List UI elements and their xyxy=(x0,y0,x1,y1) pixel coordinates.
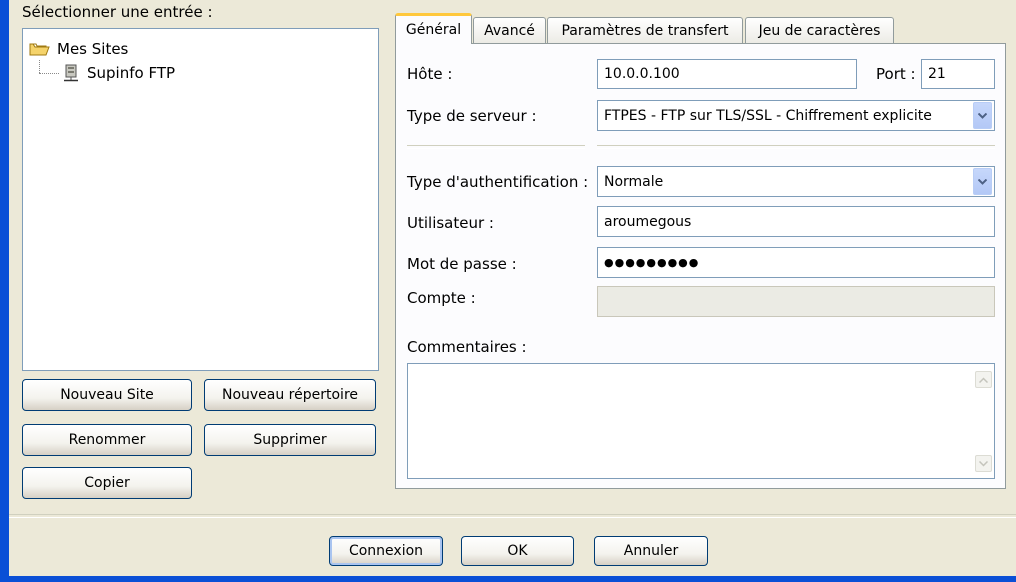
host-input[interactable]: 10.0.0.100 xyxy=(597,59,857,89)
cancel-button[interactable]: Annuler xyxy=(594,536,708,566)
port-label: Port : xyxy=(876,65,916,83)
chevron-down-icon[interactable] xyxy=(973,168,992,195)
new-site-button[interactable]: Nouveau Site xyxy=(22,379,192,411)
window-frame-bottom xyxy=(0,576,1016,582)
new-folder-button[interactable]: Nouveau répertoire xyxy=(204,379,376,411)
user-input[interactable]: aroumegous xyxy=(597,206,995,237)
copy-button[interactable]: Copier xyxy=(22,467,192,499)
tree-connector xyxy=(39,60,40,73)
account-label: Compte : xyxy=(407,289,476,307)
password-input[interactable]: ●●●●●●●●● xyxy=(597,247,995,278)
tree-node-mes-sites[interactable]: Mes Sites xyxy=(29,39,128,59)
scroll-down-icon[interactable] xyxy=(975,455,992,472)
tree-node-label: Supinfo FTP xyxy=(87,64,176,82)
port-input[interactable]: 21 xyxy=(921,59,995,89)
separator xyxy=(407,145,585,149)
server-type-label: Type de serveur : xyxy=(407,107,537,125)
server-icon xyxy=(61,63,81,83)
site-tree[interactable]: Mes Sites Supinfo FTP xyxy=(22,28,379,371)
tree-node-label: Mes Sites xyxy=(57,40,129,58)
folder-open-icon xyxy=(29,41,51,57)
tab-transfer-settings[interactable]: Paramètres de transfert xyxy=(547,17,743,43)
delete-button[interactable]: Supprimer xyxy=(204,424,376,456)
auth-type-label: Type d'authentification : xyxy=(407,173,589,191)
server-type-select[interactable]: FTPES - FTP sur TLS/SSL - Chiffrement ex… xyxy=(597,100,995,131)
auth-type-value: Normale xyxy=(604,173,664,190)
server-type-value: FTPES - FTP sur TLS/SSL - Chiffrement ex… xyxy=(604,107,932,124)
chevron-down-icon[interactable] xyxy=(973,102,992,129)
rename-button[interactable]: Renommer xyxy=(22,424,192,456)
comments-label: Commentaires : xyxy=(407,338,527,356)
window-frame-left xyxy=(0,0,9,582)
tree-node-supinfo-ftp[interactable]: Supinfo FTP xyxy=(61,63,175,83)
tab-general[interactable]: Général xyxy=(395,13,472,44)
separator xyxy=(597,145,995,149)
general-tab-panel: Hôte : 10.0.0.100 Port : 21 Type de serv… xyxy=(395,43,1006,489)
password-label: Mot de passe : xyxy=(407,255,517,273)
separator xyxy=(9,514,1016,518)
tree-connector xyxy=(39,73,59,74)
tab-advanced[interactable]: Avancé xyxy=(473,17,546,43)
scroll-up-icon[interactable] xyxy=(975,371,992,388)
account-input xyxy=(597,286,995,317)
tab-charset[interactable]: Jeu de caractères xyxy=(745,17,894,43)
site-selector-label: Sélectionner une entrée : xyxy=(22,3,213,21)
user-label: Utilisateur : xyxy=(407,214,494,232)
auth-type-select[interactable]: Normale xyxy=(597,166,995,197)
host-label: Hôte : xyxy=(407,65,453,83)
ok-button[interactable]: OK xyxy=(461,536,574,566)
comments-textarea[interactable] xyxy=(407,363,995,479)
connect-button[interactable]: Connexion xyxy=(329,536,443,566)
